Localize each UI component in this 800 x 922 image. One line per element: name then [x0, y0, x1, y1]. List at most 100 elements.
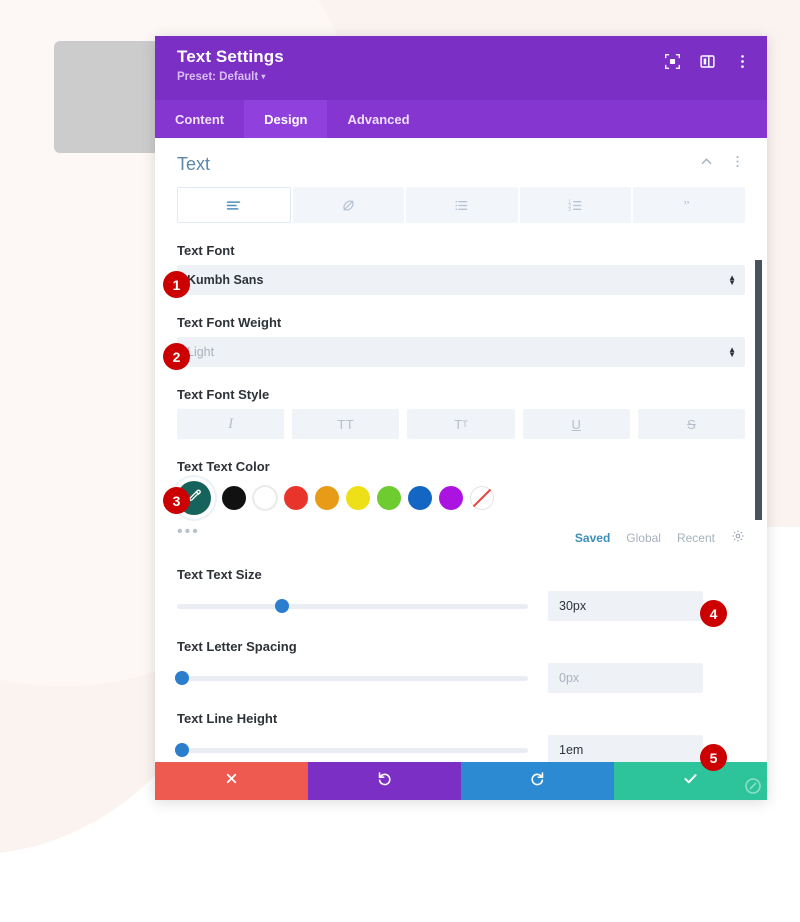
- scrollbar-track[interactable]: [758, 138, 765, 800]
- swatch-none[interactable]: [470, 486, 494, 510]
- letter-spacing-input[interactable]: 0px: [548, 663, 703, 693]
- header-icon-group: [664, 53, 751, 70]
- letter-spacing-slider-track[interactable]: [177, 676, 528, 681]
- field-label-text-font-style: Text Font Style: [177, 387, 745, 402]
- swatch-red[interactable]: [284, 486, 308, 510]
- field-label-text-text-size: Text Text Size: [177, 567, 745, 582]
- tab-content[interactable]: Content: [155, 100, 244, 138]
- spinner-icon: ▲▼: [728, 275, 736, 285]
- swatch-green[interactable]: [377, 486, 401, 510]
- palette-tab-global[interactable]: Global: [626, 531, 661, 545]
- palette-tab-recent[interactable]: Recent: [677, 531, 715, 545]
- spinner-icon: ▲▼: [728, 347, 736, 357]
- line-height-slider-row: 1em: [177, 735, 745, 765]
- field-text-text-color: Text Text Color: [177, 459, 745, 549]
- small-caps-sub: T: [462, 419, 468, 429]
- field-text-font: Text Font Kumbh Sans ▲▼ 1: [177, 243, 745, 295]
- uppercase-button[interactable]: TT: [292, 409, 399, 439]
- modal-title: Text Settings: [177, 47, 747, 67]
- layout-panel-icon[interactable]: [699, 53, 716, 70]
- line-height-slider-track[interactable]: [177, 748, 528, 753]
- color-swatch-row: [177, 481, 745, 515]
- palette-tab-saved[interactable]: Saved: [575, 531, 610, 545]
- small-caps-button[interactable]: TT: [407, 409, 514, 439]
- field-label-text-font: Text Font: [177, 243, 745, 258]
- swatch-white[interactable]: [253, 486, 277, 510]
- text-font-weight-select[interactable]: Light ▲▼: [177, 337, 745, 367]
- undo-button[interactable]: [308, 762, 461, 800]
- swatch-purple[interactable]: [439, 486, 463, 510]
- caret-down-icon: ▾: [261, 72, 265, 81]
- scrollbar-thumb[interactable]: [755, 260, 762, 520]
- modal-tab-bar: Content Design Advanced: [155, 100, 767, 138]
- cancel-button[interactable]: [155, 762, 308, 800]
- text-align-icon[interactable]: [177, 187, 291, 223]
- field-text-letter-spacing: Text Letter Spacing 0px: [177, 639, 745, 693]
- text-font-value: Kumbh Sans: [187, 273, 263, 287]
- section-controls: [699, 154, 745, 174]
- close-icon: [224, 771, 239, 791]
- modal-body: Text: [155, 138, 767, 800]
- line-height-input[interactable]: 1em: [548, 735, 703, 765]
- modal-footer: [155, 762, 767, 800]
- text-settings-modal: Text Settings Preset: Default ▾: [155, 36, 767, 800]
- more-vertical-icon[interactable]: [734, 53, 751, 70]
- checkmark-icon: [682, 770, 699, 792]
- text-font-select[interactable]: Kumbh Sans ▲▼: [177, 265, 745, 295]
- preset-label: Preset: Default: [177, 71, 258, 83]
- swatch-blue[interactable]: [408, 486, 432, 510]
- font-style-button-group: I TT TT U S: [177, 409, 745, 439]
- tab-design[interactable]: Design: [244, 100, 327, 138]
- gear-icon[interactable]: [731, 529, 745, 546]
- blockquote-icon[interactable]: ”: [633, 187, 745, 223]
- undo-icon: [376, 770, 393, 792]
- field-label-text-line-height: Text Line Height: [177, 711, 745, 726]
- fullscreen-icon[interactable]: [664, 53, 681, 70]
- section-title: Text: [177, 154, 699, 175]
- svg-text:”: ”: [683, 197, 689, 212]
- redo-button[interactable]: [461, 762, 614, 800]
- text-size-input[interactable]: 30px: [548, 591, 703, 621]
- letter-spacing-slider-thumb[interactable]: [175, 671, 189, 685]
- field-text-font-weight: Text Font Weight Light ▲▼ 2: [177, 315, 745, 367]
- tab-advanced[interactable]: Advanced: [327, 100, 429, 138]
- callout-badge-5: 5: [700, 744, 727, 771]
- text-font-weight-value: Light: [187, 345, 214, 359]
- field-label-text-font-weight: Text Font Weight: [177, 315, 745, 330]
- section-more-vertical-icon[interactable]: [730, 154, 745, 174]
- text-size-slider-row: 30px: [177, 591, 745, 621]
- field-label-text-text-color: Text Text Color: [177, 459, 745, 474]
- field-text-font-style: Text Font Style I TT TT U S: [177, 387, 745, 439]
- save-button[interactable]: [614, 762, 767, 800]
- resize-handle-icon[interactable]: [739, 772, 767, 800]
- callout-badge-2: 2: [163, 343, 190, 370]
- text-size-slider-thumb[interactable]: [275, 599, 289, 613]
- field-label-text-letter-spacing: Text Letter Spacing: [177, 639, 745, 654]
- palette-row: ••• Saved Global Recent: [177, 523, 745, 549]
- strikethrough-button[interactable]: S: [638, 409, 745, 439]
- swatch-orange[interactable]: [315, 486, 339, 510]
- swatch-black[interactable]: [222, 486, 246, 510]
- ordered-list-icon[interactable]: 1 2 3: [520, 187, 632, 223]
- underline-button[interactable]: U: [523, 409, 630, 439]
- text-size-slider-track[interactable]: [177, 604, 528, 609]
- chevron-up-icon[interactable]: [699, 154, 714, 174]
- field-text-text-size: Text Text Size 30px 4: [177, 567, 745, 621]
- redo-icon: [529, 770, 546, 792]
- text-type-tab-strip: 1 2 3 ”: [177, 187, 745, 223]
- preset-selector[interactable]: Preset: Default ▾: [177, 71, 747, 83]
- letter-spacing-slider-row: 0px: [177, 663, 745, 693]
- swatch-yellow[interactable]: [346, 486, 370, 510]
- italic-button[interactable]: I: [177, 409, 284, 439]
- modal-header: Text Settings Preset: Default ▾: [155, 36, 767, 100]
- unordered-list-icon[interactable]: [406, 187, 518, 223]
- callout-badge-3: 3: [163, 487, 190, 514]
- svg-text:3: 3: [568, 207, 571, 213]
- palette-tab-group: Saved Global Recent: [575, 529, 745, 546]
- field-text-line-height: Text Line Height 1em 5: [177, 711, 745, 765]
- callout-badge-1: 1: [163, 271, 190, 298]
- line-height-slider-thumb[interactable]: [175, 743, 189, 757]
- callout-badge-4: 4: [700, 600, 727, 627]
- section-header: Text: [177, 138, 745, 182]
- link-off-icon[interactable]: [293, 187, 405, 223]
